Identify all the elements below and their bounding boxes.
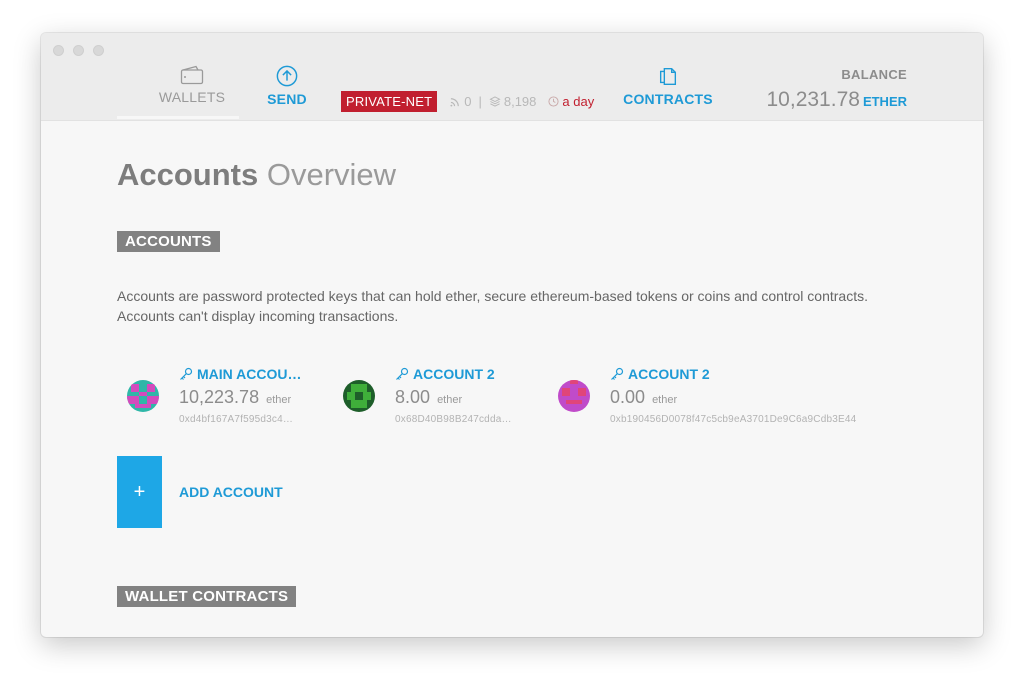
key-icon: [180, 367, 193, 380]
layers-icon: [489, 96, 501, 107]
account-address: 0xd4bf167A7f595d3c4…: [179, 414, 294, 425]
account-name-row: ACCOUNT 2: [395, 366, 512, 382]
key-icon: [396, 367, 409, 380]
account-info: ACCOUNT 2 0.00 ether 0xb190456D0078f47c5…: [610, 366, 856, 425]
active-tab-indicator: [117, 116, 239, 119]
total-balance: BALANCE 10,231.78 ETHER: [767, 67, 908, 112]
key-icon: [611, 367, 624, 380]
account-info: MAIN ACCOU… 10,223.78 ether 0xd4bf167A7f…: [179, 366, 301, 425]
clock-icon: [548, 96, 559, 107]
account-balance-unit: ether: [266, 394, 292, 406]
page-title-light: Overview: [258, 157, 397, 192]
account-balance-unit: ether: [437, 394, 463, 406]
wallet-contracts-section-badge: WALLET CONTRACTS: [117, 586, 297, 607]
account-balance-value: 8.00: [395, 387, 431, 407]
account-balance: 0.00 ether: [610, 387, 856, 408]
add-account-row: + ADD ACCOUNT: [117, 456, 917, 528]
description-line-1: Accounts are password protected keys tha…: [117, 288, 868, 304]
nav-send-label: SEND: [267, 91, 307, 107]
accounts-description: Accounts are password protected keys tha…: [117, 286, 917, 326]
identicon-avatar: [127, 380, 159, 412]
nav-contracts[interactable]: CONTRACTS: [623, 65, 713, 109]
last-block-value: a day: [562, 94, 595, 109]
arrow-up-circle-icon: [276, 65, 298, 87]
add-account-button[interactable]: +: [117, 456, 162, 528]
balance-value-row: 10,231.78 ETHER: [767, 88, 908, 112]
accounts-section-badge: ACCOUNTS: [117, 231, 220, 252]
nav-wallets-label: WALLETS: [158, 89, 226, 105]
plus-icon: +: [133, 480, 146, 503]
account-info: ACCOUNT 2 8.00 ether 0x68D40B98B247cdda…: [395, 366, 512, 425]
account-balance-unit: ether: [652, 394, 678, 406]
account-name: ACCOUNT 2: [628, 366, 710, 382]
balance-unit: ETHER: [862, 94, 907, 109]
header-bar: WALLETS SEND PRIVATE-NET 0 | 8,198 a day…: [41, 33, 983, 121]
page-title: Accounts Overview: [117, 157, 917, 193]
wallet-icon: [180, 65, 204, 85]
nav-contracts-label: CONTRACTS: [623, 91, 713, 107]
account-name-row: MAIN ACCOU…: [179, 366, 301, 382]
balance-title: BALANCE: [841, 67, 907, 82]
account-balance-value: 0.00: [610, 387, 646, 407]
documents-icon: [659, 67, 677, 85]
status-separator: |: [478, 94, 482, 109]
minimize-window-button[interactable]: [73, 45, 84, 56]
peer-count-value: 0: [464, 94, 472, 109]
nav-send[interactable]: SEND: [259, 65, 315, 109]
app-window: WALLETS SEND PRIVATE-NET 0 | 8,198 a day…: [41, 33, 983, 637]
account-name: MAIN ACCOU…: [197, 366, 302, 382]
add-account-label[interactable]: ADD ACCOUNT: [179, 484, 283, 500]
close-window-button[interactable]: [53, 45, 64, 56]
account-balance: 8.00 ether: [395, 387, 512, 408]
identicon-avatar: [343, 380, 375, 412]
account-name: ACCOUNT 2: [413, 366, 495, 382]
last-block-time: a day: [548, 94, 594, 109]
account-balance-value: 10,223.78: [179, 387, 260, 407]
account-list: MAIN ACCOU… 10,223.78 ether 0xd4bf167A7f…: [117, 366, 917, 436]
block-count-value: 8,198: [503, 94, 537, 109]
network-status: PRIVATE-NET 0 | 8,198 a day: [341, 91, 594, 112]
page-title-strong: Accounts: [117, 157, 259, 192]
signal-icon: [450, 98, 460, 107]
account-balance: 10,223.78 ether: [179, 387, 301, 408]
account-name-row: ACCOUNT 2: [610, 366, 856, 382]
description-line-2: Accounts can't display incoming transact…: [117, 308, 399, 324]
nav-wallets[interactable]: WALLETS: [117, 65, 239, 119]
window-controls: [53, 45, 104, 56]
zoom-window-button[interactable]: [93, 45, 104, 56]
network-badge: PRIVATE-NET: [341, 91, 438, 112]
block-count: 8,198: [489, 94, 537, 109]
main-content: Accounts Overview ACCOUNTS Accounts are …: [117, 121, 917, 607]
peer-count: 0: [450, 94, 471, 109]
account-address: 0xb190456D0078f47c5cb9eA3701De9C6a9Cdb3E…: [610, 414, 857, 425]
account-address: 0x68D40B98B247cdda…: [395, 414, 512, 425]
balance-amount: 10,231.78: [766, 88, 860, 111]
identicon-avatar: [558, 380, 590, 412]
